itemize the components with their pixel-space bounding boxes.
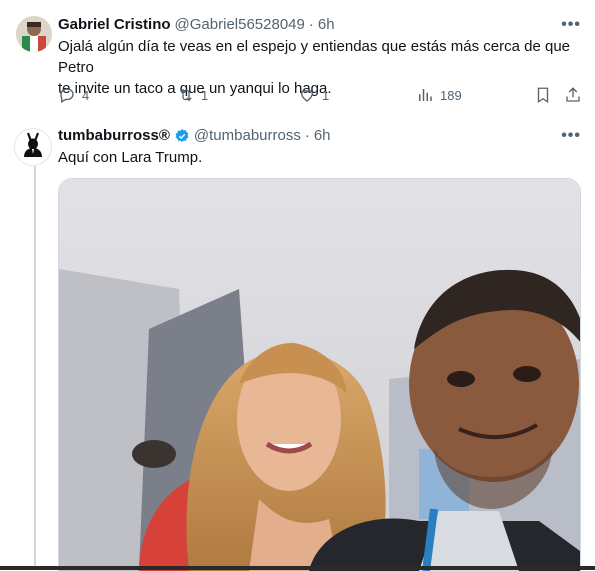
reply-actions: 4 1 1 189 [58, 86, 588, 108]
reply-text-line: Ojalá algún día te veas en el espejo y e… [58, 38, 570, 76]
author-handle[interactable]: @tumbaburross [194, 127, 301, 144]
like-icon [301, 89, 313, 102]
main-tweet[interactable]: tumbaburross® @tumbaburross · 6h ••• Aqu… [0, 118, 595, 571]
tweet-photo[interactable] [58, 178, 581, 571]
bottom-edge [0, 566, 595, 570]
tumbaburros-logo [16, 130, 50, 164]
like-count: 1 [322, 87, 330, 103]
author-handle[interactable]: @Gabriel56528049 [175, 16, 305, 33]
separator: · [304, 127, 310, 144]
main-avatar[interactable] [14, 128, 52, 166]
share-icon [566, 87, 580, 102]
separator: · [308, 16, 314, 33]
repost-button[interactable]: 1 [177, 86, 208, 104]
reply-avatar[interactable] [16, 16, 52, 52]
reply-button[interactable]: 4 [58, 86, 89, 104]
author-name[interactable]: tumbaburross® [58, 127, 170, 144]
share-button[interactable] [564, 86, 588, 104]
main-text: Aquí con Lara Trump. [58, 149, 203, 166]
views-icon [419, 89, 432, 101]
timestamp[interactable]: 6h [314, 127, 331, 144]
bookmark-button[interactable] [534, 86, 558, 104]
verified-badge-icon [175, 128, 189, 142]
views-button[interactable]: 189 [416, 86, 462, 104]
reply-tweet[interactable]: Gabriel Cristino @Gabriel56528049 · 6h •… [0, 0, 595, 118]
reply-header: Gabriel Cristino @Gabriel56528049 · 6h [58, 16, 335, 33]
views-count: 189 [440, 87, 462, 103]
like-button[interactable]: 1 [298, 86, 329, 104]
reply-icon [60, 88, 74, 103]
author-name[interactable]: Gabriel Cristino [58, 16, 171, 33]
repost-count: 1 [201, 87, 209, 103]
timestamp[interactable]: 6h [318, 16, 335, 33]
reply-count: 4 [82, 87, 90, 103]
thread-line [34, 166, 36, 570]
selfie-image [59, 179, 580, 571]
more-icon[interactable]: ••• [561, 16, 581, 34]
main-header: tumbaburross® @tumbaburross · 6h [58, 127, 331, 144]
repost-icon [180, 88, 192, 102]
more-icon[interactable]: ••• [561, 127, 581, 145]
bookmark-icon [537, 87, 549, 104]
